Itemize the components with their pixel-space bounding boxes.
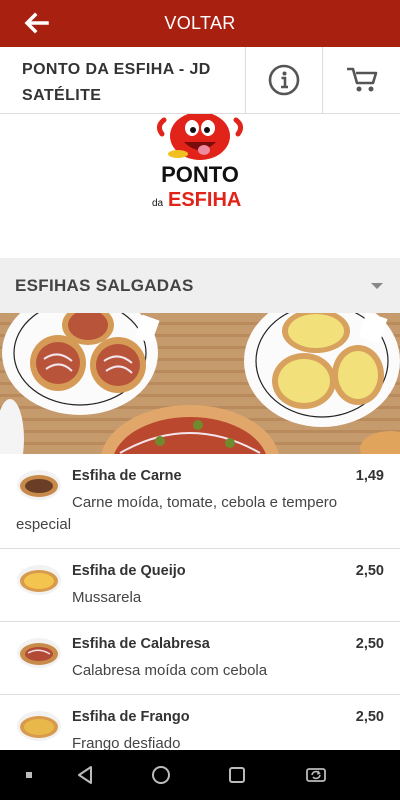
menu-item-list: Esfiha de Carne 1,49 Carne moída, tomate…	[0, 454, 400, 750]
item-description: Mussarela	[72, 589, 142, 606]
arrow-left-icon	[24, 12, 49, 34]
menu-item-queijo[interactable]: Esfiha de Queijo 2,50 Mussarela	[0, 549, 400, 622]
menu-item-carne[interactable]: Esfiha de Carne 1,49 Carne moída, tomate…	[0, 454, 400, 549]
logo-text-ponto: PONTO	[161, 162, 239, 187]
triangle-back-icon	[78, 766, 92, 784]
item-price: 2,50	[355, 709, 384, 725]
nav-recents-button[interactable]	[222, 750, 252, 800]
logo-area: PONTO da ESFIHA	[0, 114, 400, 258]
item-thumbnail	[17, 711, 61, 741]
menu-item-frango[interactable]: Esfiha de Frango 2,50 Frango desfiado	[0, 695, 400, 750]
caret-down-icon	[371, 282, 383, 289]
square-recents-icon	[229, 767, 245, 783]
item-thumbnail	[17, 565, 61, 595]
item-description: Calabresa moída com cebola	[72, 662, 268, 679]
menu-item-calabresa[interactable]: Esfiha de Calabresa 2,50 Calabresa moída…	[0, 622, 400, 695]
item-name: Esfiha de Frango	[72, 709, 190, 725]
screen-rotate-icon	[306, 768, 326, 782]
store-bar: PONTO DA ESFIHA - JD SATÉLITE	[0, 47, 400, 114]
system-nav-bar	[0, 750, 400, 800]
nav-rotate-button[interactable]	[300, 750, 332, 800]
nav-home-button[interactable]	[146, 750, 176, 800]
top-bar: VOLTAR	[0, 0, 400, 47]
item-thumbnail	[17, 470, 61, 500]
nav-dot-button[interactable]	[14, 750, 44, 800]
item-price: 2,50	[355, 636, 384, 652]
item-name: Esfiha de Calabresa	[72, 636, 210, 652]
store-logo: PONTO da ESFIHA	[152, 114, 244, 211]
category-title: ESFIHAS SALGADAS	[15, 275, 194, 295]
item-thumbnail	[17, 638, 61, 668]
item-description: Carne moída, tomate, cebola e tempero es…	[16, 494, 338, 533]
square-dot-icon	[26, 772, 32, 778]
cart-icon	[346, 67, 377, 92]
circle-home-icon	[152, 766, 170, 784]
item-description: Frango desfiado	[72, 735, 181, 750]
item-price: 2,50	[355, 563, 384, 579]
info-icon	[268, 64, 300, 96]
back-button[interactable]	[14, 8, 58, 38]
category-banner-image	[0, 313, 400, 454]
item-name: Esfiha de Carne	[72, 468, 182, 484]
store-name: PONTO DA ESFIHA - JD SATÉLITE	[0, 47, 246, 113]
nav-back-button[interactable]	[70, 750, 100, 800]
item-price: 1,49	[355, 468, 384, 484]
info-button[interactable]	[246, 47, 323, 113]
logo-text-esfiha: ESFIHA	[168, 189, 241, 211]
cart-button[interactable]	[323, 47, 400, 113]
back-label[interactable]: VOLTAR	[0, 13, 400, 34]
category-header[interactable]: ESFIHAS SALGADAS	[0, 258, 400, 313]
item-name: Esfiha de Queijo	[72, 563, 186, 579]
logo-text-da: da	[152, 198, 164, 209]
